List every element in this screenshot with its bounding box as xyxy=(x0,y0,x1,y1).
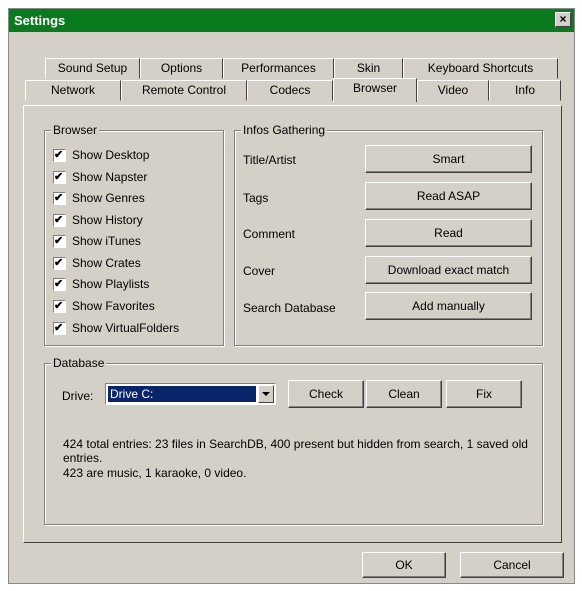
cover-label: Cover xyxy=(243,264,276,278)
database-info-line2: 423 are music, 1 karaoke, 0 video. xyxy=(63,466,247,480)
show-favorites-checkbox[interactable]: Show Favorites xyxy=(53,297,155,315)
search-database-button[interactable]: Add manually xyxy=(365,292,532,320)
checkbox-box[interactable] xyxy=(53,191,66,205)
checkbox-label: Show Napster xyxy=(72,170,148,184)
browser-group: Browser Show Desktop Show Napster Show G… xyxy=(44,123,224,346)
tab-info[interactable]: Info xyxy=(489,80,561,101)
database-info-line1: 424 total entries: 23 files in SearchDB,… xyxy=(63,437,528,465)
title-artist-button[interactable]: Smart xyxy=(365,145,532,173)
check-button[interactable]: Check xyxy=(288,380,364,408)
checkbox-box[interactable] xyxy=(53,256,66,270)
checkbox-label: Show Favorites xyxy=(72,299,155,313)
checkbox-label: Show VirtualFolders xyxy=(72,321,180,335)
show-napster-checkbox[interactable]: Show Napster xyxy=(53,168,147,186)
database-group: Database Drive: Drive C: Check Clean Fix… xyxy=(44,356,543,525)
tab-options[interactable]: Options xyxy=(140,58,223,79)
show-crates-checkbox[interactable]: Show Crates xyxy=(53,254,141,272)
checkbox-box[interactable] xyxy=(53,321,66,335)
title-bar[interactable]: Settings × xyxy=(9,9,574,32)
tab-video[interactable]: Video xyxy=(417,80,489,101)
show-playlists-checkbox[interactable]: Show Playlists xyxy=(53,275,149,293)
infos-gathering-group: Infos Gathering Title/Artist Smart Tags … xyxy=(234,123,543,346)
tab-codecs[interactable]: Codecs xyxy=(247,80,333,101)
checkbox-label: Show Playlists xyxy=(72,277,150,291)
infos-group-legend: Infos Gathering xyxy=(241,123,328,137)
checkbox-box[interactable] xyxy=(53,170,66,184)
window-title: Settings xyxy=(14,13,66,28)
checkbox-label: Show Genres xyxy=(72,191,145,205)
checkbox-label: Show Crates xyxy=(72,256,141,270)
tab-remote-control[interactable]: Remote Control xyxy=(121,80,247,101)
ok-button[interactable]: OK xyxy=(362,552,446,578)
database-group-legend: Database xyxy=(51,356,107,370)
drive-label: Drive: xyxy=(62,389,94,403)
clean-button[interactable]: Clean xyxy=(366,380,442,408)
show-history-checkbox[interactable]: Show History xyxy=(53,211,143,229)
tags-button[interactable]: Read ASAP xyxy=(365,182,532,210)
checkbox-label: Show iTunes xyxy=(72,234,141,248)
show-itunes-checkbox[interactable]: Show iTunes xyxy=(53,232,141,250)
drive-select-value: Drive C: xyxy=(108,386,256,402)
show-genres-checkbox[interactable]: Show Genres xyxy=(53,189,145,207)
tags-label: Tags xyxy=(243,191,269,205)
checkbox-box[interactable] xyxy=(53,148,66,162)
tab-network[interactable]: Network xyxy=(25,80,121,101)
browser-group-legend: Browser xyxy=(51,123,100,137)
tab-keyboard-shortcuts[interactable]: Keyboard Shortcuts xyxy=(403,58,558,79)
cancel-button[interactable]: Cancel xyxy=(460,552,564,578)
close-button[interactable]: × xyxy=(555,12,571,27)
title-artist-label: Title/Artist xyxy=(243,153,296,167)
show-desktop-checkbox[interactable]: Show Desktop xyxy=(53,146,149,164)
show-virtualfolders-checkbox[interactable]: Show VirtualFolders xyxy=(53,319,179,337)
tab-performances[interactable]: Performances xyxy=(223,58,334,79)
tab-skin[interactable]: Skin xyxy=(334,58,403,79)
checkbox-box[interactable] xyxy=(53,213,66,227)
comment-label: Comment xyxy=(243,227,296,241)
browser-tab-panel: Browser Show Desktop Show Napster Show G… xyxy=(23,105,562,543)
drive-select[interactable]: Drive C: xyxy=(105,383,276,405)
checkbox-label: Show History xyxy=(72,213,143,227)
checkbox-box[interactable] xyxy=(53,234,66,248)
settings-window: Settings × Sound Setup Options Performan… xyxy=(8,8,575,584)
tab-browser[interactable]: Browser xyxy=(333,78,417,102)
checkbox-box[interactable] xyxy=(53,299,66,313)
tab-sound-setup[interactable]: Sound Setup xyxy=(45,58,140,79)
search-database-label: Search Database xyxy=(243,301,336,315)
comment-button[interactable]: Read xyxy=(365,219,532,247)
cover-button[interactable]: Download exact match xyxy=(365,256,532,284)
checkbox-label: Show Desktop xyxy=(72,148,150,162)
checkbox-box[interactable] xyxy=(53,277,66,291)
fix-button[interactable]: Fix xyxy=(446,380,522,408)
chevron-down-icon[interactable] xyxy=(258,385,274,403)
